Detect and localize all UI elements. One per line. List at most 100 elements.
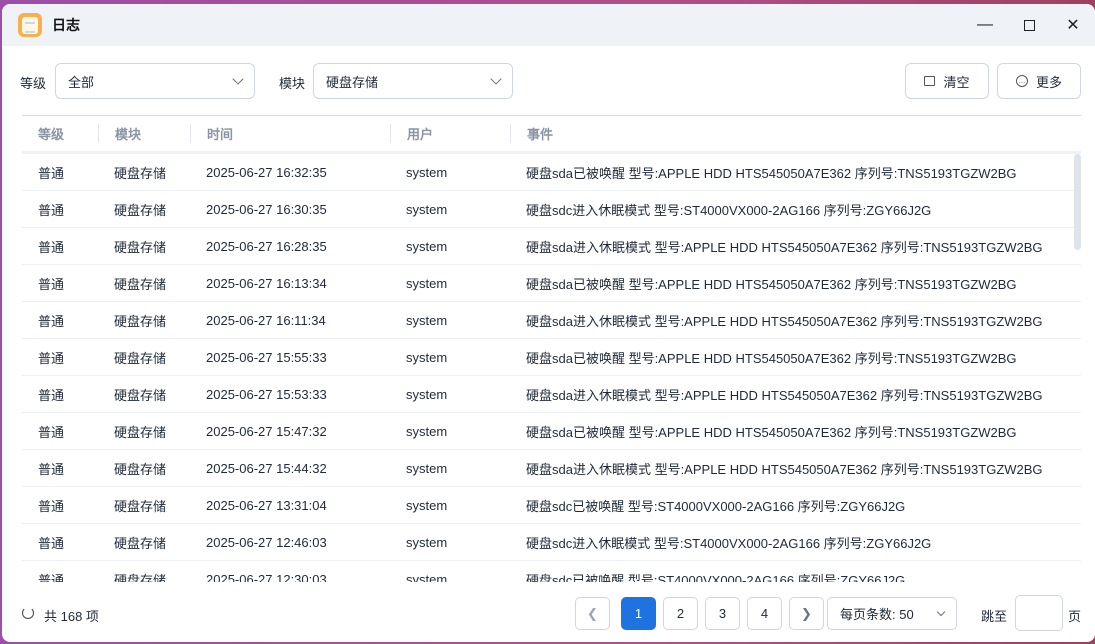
- table-row[interactable]: 普通 硬盘存储 2025-06-27 15:55:33 system 硬盘sda已被唤醒…: [22, 339, 1081, 376]
- column-user[interactable]: 用户: [390, 124, 510, 143]
- row-time: 2025-06-27 16:30:35: [206, 201, 327, 217]
- row-level: 普通: [38, 313, 65, 329]
- row-event: 硬盘sda已被唤醒 型号:APPLE HDD HTS545050A7E362 序…: [526, 165, 1017, 181]
- row-event: 硬盘sda已被唤醒 型号:APPLE HDD HTS545050A7E362 序…: [526, 350, 1017, 366]
- table-row[interactable]: 普通 硬盘存储 2025-06-27 16:28:35 system 硬盘sda进入休眠…: [22, 228, 1081, 265]
- clear-button[interactable]: 清空: [905, 63, 989, 99]
- column-time[interactable]: 时间: [190, 124, 390, 143]
- column-level[interactable]: 等级: [22, 124, 98, 143]
- table-row[interactable]: 普通 硬盘存储 2025-06-27 12:46:03 system 硬盘sdc进入休眠…: [22, 524, 1081, 561]
- row-level: 普通: [38, 276, 65, 292]
- row-user: system: [406, 275, 448, 291]
- row-level: 普通: [38, 202, 65, 218]
- row-level: 普通: [38, 387, 65, 403]
- page-2-button[interactable]: 2: [663, 597, 698, 630]
- row-module: 硬盘存储: [114, 387, 167, 403]
- table-row[interactable]: 普通 硬盘存储 2025-06-27 16:13:34 system 硬盘sda已被唤醒…: [22, 265, 1081, 302]
- row-time: 2025-06-27 16:32:35: [206, 164, 327, 180]
- page-4-button[interactable]: 4: [747, 597, 782, 630]
- row-time: 2025-06-27 15:53:33: [206, 386, 327, 402]
- row-time: 2025-06-27 15:44:32: [206, 460, 327, 476]
- window-title: 日志: [52, 17, 80, 33]
- row-time: 2025-06-27 16:28:35: [206, 238, 327, 254]
- row-event: 硬盘sda进入休眠模式 型号:APPLE HDD HTS545050A7E362…: [526, 387, 1043, 403]
- row-module: 硬盘存储: [114, 424, 167, 440]
- next-page-button[interactable]: ❯: [789, 597, 824, 630]
- row-user: system: [406, 238, 448, 254]
- row-event: 硬盘sda进入休眠模式 型号:APPLE HDD HTS545050A7E362…: [526, 313, 1043, 329]
- jump-label: 跳至: [981, 609, 1008, 624]
- chevron-down-icon: [936, 607, 946, 616]
- module-select[interactable]: 硬盘存储: [313, 63, 513, 99]
- row-user: system: [406, 201, 448, 217]
- total-count: 共 168 项: [44, 609, 99, 624]
- page-size-value: 每页条数: 50: [840, 607, 914, 622]
- level-label: 等级: [20, 76, 47, 91]
- level-select[interactable]: 全部: [55, 63, 255, 99]
- row-time: 2025-06-27 13:31:04: [206, 497, 327, 513]
- more-label: 更多: [1035, 74, 1062, 90]
- row-time: 2025-06-27 15:47:32: [206, 423, 327, 439]
- row-level: 普通: [38, 350, 65, 366]
- minimize-button[interactable]: —: [963, 4, 1007, 46]
- page-1-button[interactable]: 1: [621, 597, 656, 630]
- row-user: system: [406, 386, 448, 402]
- row-module: 硬盘存储: [114, 535, 167, 551]
- row-level: 普通: [38, 535, 65, 551]
- module-label: 模块: [279, 76, 306, 91]
- row-time: 2025-06-27 15:55:33: [206, 349, 327, 365]
- refresh-icon[interactable]: [22, 607, 34, 619]
- close-button[interactable]: ✕: [1051, 4, 1095, 46]
- table-row[interactable]: 普通 硬盘存储 2025-06-27 15:47:32 system 硬盘sda已被唤醒…: [22, 413, 1081, 450]
- log-table: 等级 模块 时间 用户 事件 普通 硬盘存储 2025-06-27 16:32:35…: [22, 115, 1081, 582]
- chevron-down-icon: [490, 73, 502, 85]
- more-button[interactable]: … 更多: [997, 63, 1081, 99]
- row-user: system: [406, 349, 448, 365]
- more-circle-icon: …: [1015, 75, 1028, 87]
- row-user: system: [406, 164, 448, 180]
- maximize-button[interactable]: [1007, 4, 1051, 46]
- row-event: 硬盘sdc进入休眠模式 型号:ST4000VX000-2AG166 序列号:ZG…: [526, 202, 932, 218]
- row-level: 普通: [38, 165, 65, 181]
- row-user: system: [406, 423, 448, 439]
- row-time: 2025-06-27 16:11:34: [206, 312, 326, 328]
- row-level: 普通: [38, 424, 65, 440]
- log-clipboard-icon: [18, 13, 42, 37]
- table-row[interactable]: 普通 硬盘存储 2025-06-27 16:30:35 system 硬盘sdc进入休眠…: [22, 191, 1081, 228]
- table-row[interactable]: 普通 硬盘存储 2025-06-27 15:53:33 system 硬盘sda进入休眠…: [22, 376, 1081, 413]
- row-event: 硬盘sdc已被唤醒 型号:ST4000VX000-2AG166 序列号:ZGY6…: [526, 572, 906, 583]
- column-module[interactable]: 模块: [98, 124, 190, 143]
- row-time: 2025-06-27 12:46:03: [206, 534, 327, 550]
- row-user: system: [406, 497, 448, 513]
- row-event: 硬盘sda进入休眠模式 型号:APPLE HDD HTS545050A7E362…: [526, 461, 1043, 477]
- row-module: 硬盘存储: [114, 202, 167, 218]
- row-user: system: [406, 460, 448, 476]
- title-bar: 日志 — ✕: [2, 4, 1095, 46]
- page-size-select[interactable]: 每页条数: 50: [827, 597, 957, 630]
- column-event[interactable]: 事件: [510, 124, 1081, 143]
- row-event: 硬盘sdc已被唤醒 型号:ST4000VX000-2AG166 序列号:ZGY6…: [526, 498, 906, 514]
- row-module: 硬盘存储: [114, 350, 167, 366]
- table-row[interactable]: 普通 硬盘存储 2025-06-27 16:11:34 system 硬盘sda进入休眠…: [22, 302, 1081, 339]
- table-row[interactable]: 普通 硬盘存储 2025-06-27 16:32:35 system 硬盘sda已被唤醒…: [22, 154, 1081, 191]
- row-level: 普通: [38, 239, 65, 255]
- row-module: 硬盘存储: [114, 276, 167, 292]
- row-level: 普通: [38, 461, 65, 477]
- row-event: 硬盘sda已被唤醒 型号:APPLE HDD HTS545050A7E362 序…: [526, 424, 1017, 440]
- row-user: system: [406, 571, 448, 583]
- row-module: 硬盘存储: [114, 572, 167, 583]
- clear-label: 清空: [943, 74, 970, 90]
- jump-page-input[interactable]: [1015, 595, 1063, 631]
- row-event: 硬盘sda已被唤醒 型号:APPLE HDD HTS545050A7E362 序…: [526, 276, 1017, 292]
- prev-page-button[interactable]: ❮: [575, 597, 610, 630]
- chevron-down-icon: [232, 73, 244, 85]
- table-row[interactable]: 普通 硬盘存储 2025-06-27 12:30:03 system 硬盘sdc已被唤醒…: [22, 561, 1081, 583]
- table-row[interactable]: 普通 硬盘存储 2025-06-27 13:31:04 system 硬盘sdc已被唤醒…: [22, 487, 1081, 524]
- table-scrollbar[interactable]: [1074, 154, 1081, 250]
- trash-icon: [924, 76, 936, 86]
- page-3-button[interactable]: 3: [705, 597, 740, 630]
- row-level: 普通: [38, 572, 65, 583]
- jump-suffix: 页: [1068, 609, 1082, 624]
- footer: 共 168 项 ❮ 1 2 3 4 ❯ 每页条数: 50 跳至 页: [2, 584, 1095, 642]
- table-row[interactable]: 普通 硬盘存储 2025-06-27 15:44:32 system 硬盘sda进入休眠…: [22, 450, 1081, 487]
